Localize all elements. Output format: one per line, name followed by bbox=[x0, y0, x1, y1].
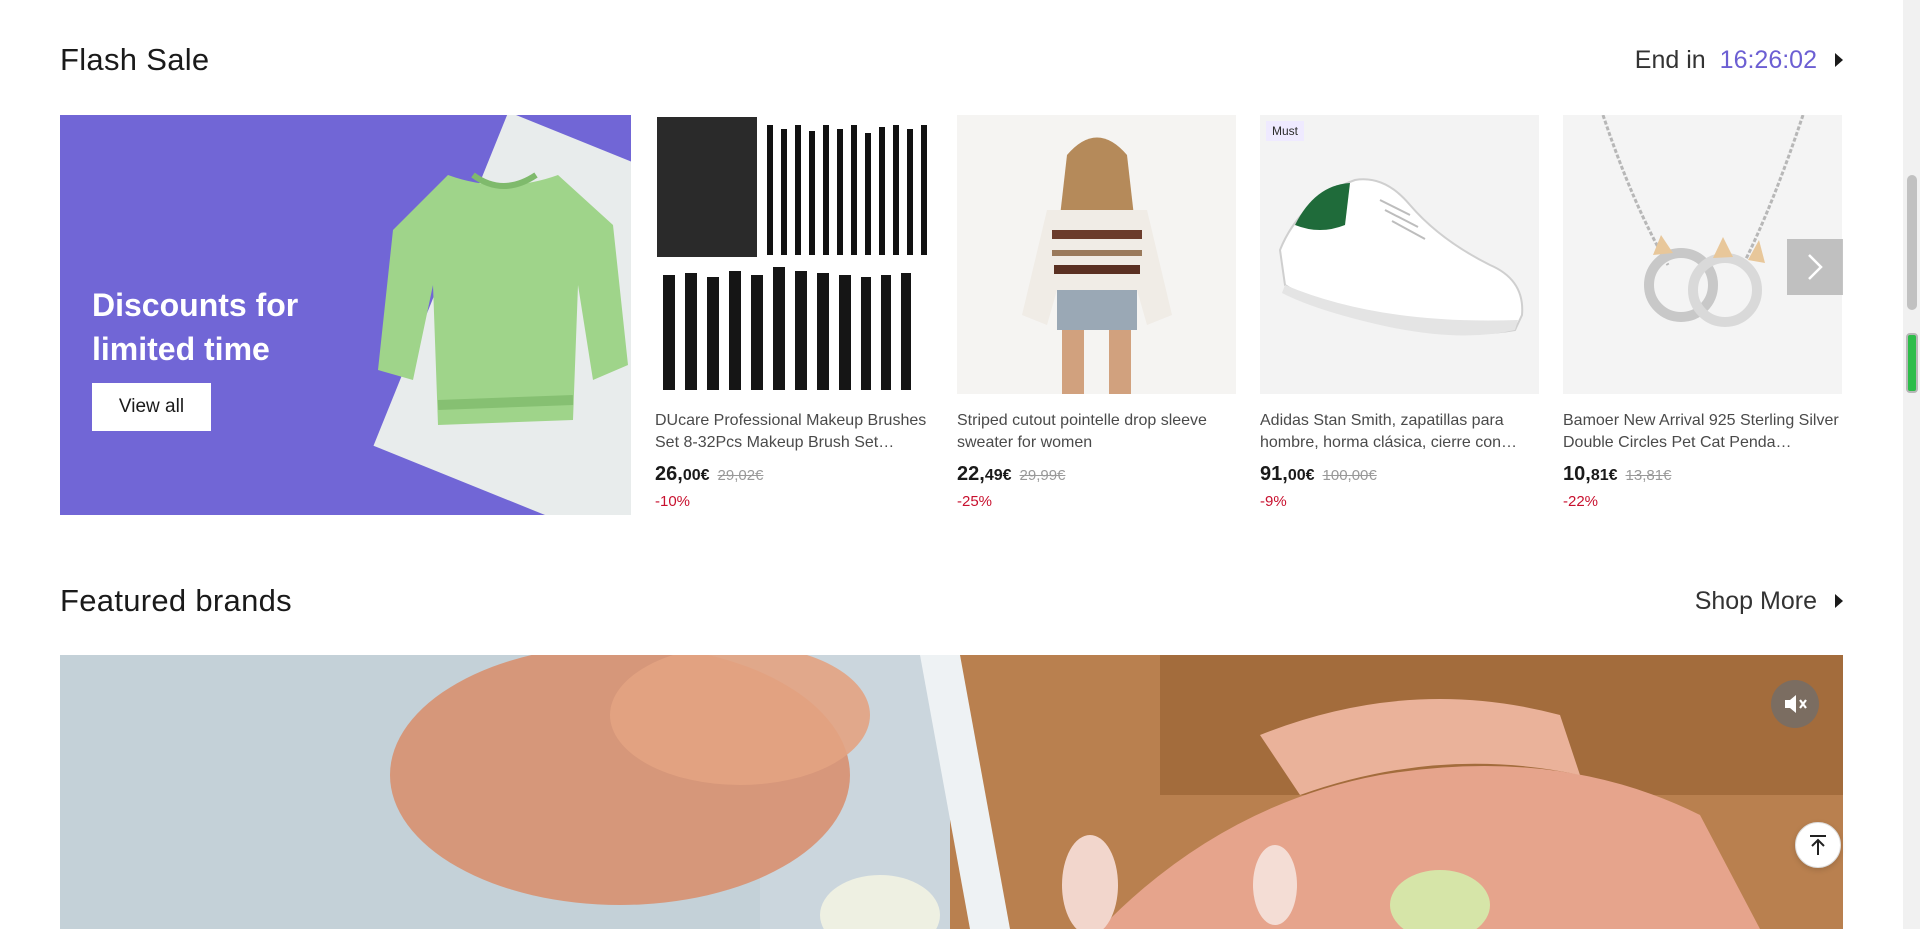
price-row: 91,00€ 100,00€ bbox=[1260, 463, 1539, 486]
discount-badge: -9% bbox=[1260, 493, 1287, 510]
flash-sale-title: Flash Sale bbox=[60, 42, 210, 77]
price-integer: 10, bbox=[1563, 463, 1591, 485]
sneaker-image bbox=[1260, 115, 1539, 394]
countdown-timer: 16:26:02 bbox=[1719, 45, 1817, 74]
product-card[interactable]: Bamoer New Arrival 925 Sterling Silver D… bbox=[1563, 115, 1842, 510]
scroll-indicator bbox=[1906, 333, 1918, 393]
price-decimal: 49€ bbox=[984, 467, 1012, 484]
product-name[interactable]: Striped cutout pointelle drop sleeve swe… bbox=[957, 410, 1236, 454]
product-name[interactable]: Bamoer New Arrival 925 Sterling Silver D… bbox=[1563, 410, 1842, 454]
old-price: 100,00€ bbox=[1322, 467, 1377, 484]
product-card[interactable]: Striped cutout pointelle drop sleeve swe… bbox=[957, 115, 1236, 510]
old-price: 29,99€ bbox=[1019, 467, 1066, 484]
product-image[interactable] bbox=[957, 115, 1236, 394]
speaker-muted-icon bbox=[1785, 695, 1807, 713]
must-tag: Must bbox=[1266, 121, 1305, 141]
flash-sale-timer[interactable]: End in 16:26:02 bbox=[1635, 46, 1843, 75]
old-price: 29,02€ bbox=[717, 467, 764, 484]
promo-title-line-1: Discounts for bbox=[92, 287, 299, 323]
shop-more-label[interactable]: Shop More bbox=[1695, 587, 1817, 616]
product-image[interactable] bbox=[655, 115, 934, 394]
price-integer: 26, bbox=[655, 463, 683, 485]
view-all-button[interactable]: View all bbox=[92, 383, 211, 431]
product-card[interactable]: Must Adidas Stan Smith, zapatillas para … bbox=[1260, 115, 1539, 510]
current-price: 91,00€ bbox=[1260, 463, 1315, 486]
green-sweater-image bbox=[378, 172, 628, 425]
price-row: 22,49€ 29,99€ bbox=[957, 463, 1236, 486]
mute-toggle-button[interactable] bbox=[1771, 680, 1819, 728]
price-decimal: 81€ bbox=[1590, 467, 1618, 484]
price-row: 10,81€ 13,81€ bbox=[1563, 463, 1842, 486]
discount-badge: -25% bbox=[957, 493, 993, 510]
striped-sweater-image bbox=[957, 115, 1236, 394]
end-in-label: End in bbox=[1634, 45, 1706, 74]
caret-right-icon[interactable] bbox=[1835, 53, 1843, 67]
flash-sale-header: Flash Sale End in 16:26:02 bbox=[60, 38, 1843, 82]
price-integer: 22, bbox=[957, 463, 985, 485]
current-price: 22,49€ bbox=[957, 463, 1012, 486]
featured-brands-header: Featured brands Shop More bbox=[60, 579, 1843, 623]
discount-badge: -10% bbox=[655, 493, 691, 510]
shop-more-link[interactable]: Shop More bbox=[1695, 587, 1843, 616]
flash-sale-products: DUcare Professional Makeup Brushes Set 8… bbox=[655, 115, 1843, 535]
current-price: 26,00€ bbox=[655, 463, 710, 486]
price-row: 26,00€ 29,02€ bbox=[655, 463, 934, 486]
old-price: 13,81€ bbox=[1625, 467, 1672, 484]
featured-brands-title: Featured brands bbox=[60, 583, 292, 618]
product-name[interactable]: DUcare Professional Makeup Brushes Set 8… bbox=[655, 410, 934, 454]
promo-title: Discounts for limited time bbox=[92, 283, 392, 371]
featured-brand-video[interactable] bbox=[60, 655, 1843, 929]
arrow-up-to-top-icon bbox=[1810, 835, 1826, 855]
current-price: 10,81€ bbox=[1563, 463, 1618, 486]
price-decimal: 00€ bbox=[1287, 467, 1315, 484]
discount-badge: -22% bbox=[1563, 493, 1599, 510]
price-integer: 91, bbox=[1260, 463, 1288, 485]
caret-right-icon[interactable] bbox=[1835, 594, 1843, 608]
promo-title-line-2: limited time bbox=[92, 331, 270, 367]
scrollbar-thumb[interactable] bbox=[1907, 175, 1917, 310]
back-to-top-button[interactable] bbox=[1795, 822, 1841, 868]
carousel-next-button[interactable] bbox=[1787, 239, 1843, 295]
chevron-right-icon bbox=[1808, 254, 1823, 280]
price-decimal: 00€ bbox=[682, 467, 710, 484]
flash-sale-promo-banner[interactable]: Discounts for limited time View all bbox=[60, 115, 631, 515]
product-image[interactable]: Must bbox=[1260, 115, 1539, 394]
brand-video-frame bbox=[60, 655, 1843, 929]
makeup-brushes-image bbox=[655, 115, 934, 394]
product-card[interactable]: DUcare Professional Makeup Brushes Set 8… bbox=[655, 115, 934, 510]
product-name[interactable]: Adidas Stan Smith, zapatillas para hombr… bbox=[1260, 410, 1539, 454]
page-scrollbar[interactable] bbox=[1903, 0, 1920, 929]
